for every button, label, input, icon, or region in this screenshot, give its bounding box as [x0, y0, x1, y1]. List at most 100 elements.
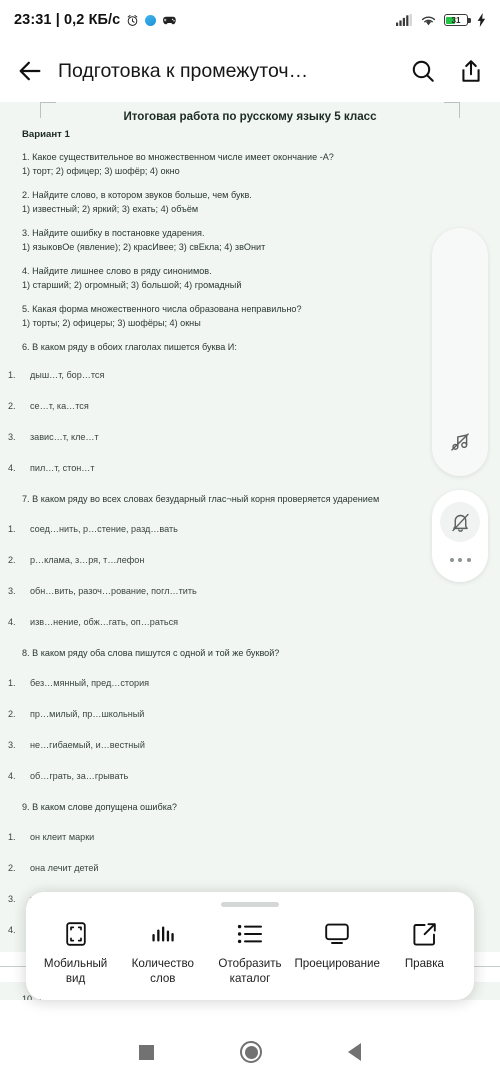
- document-title: Итоговая работа по русскому языку 5 клас…: [123, 110, 377, 123]
- question-7-prompt: 7. В каком ряду во всех словах безударны…: [22, 494, 380, 504]
- document-scroll-area[interactable]: Итоговая работа по русскому языку 5 клас…: [0, 102, 500, 1000]
- music-note-off-icon: [451, 433, 469, 451]
- more-options-button[interactable]: [440, 552, 480, 568]
- document-variant: Вариант 1: [22, 129, 70, 140]
- question-prompt: 2. Найдите слово, в котором звуков больш…: [22, 190, 252, 200]
- question-8-options: 1. без…мянный, пред…стория 2. пр…милый, …: [0, 662, 500, 792]
- list-item-text: пр…милый, пр…школьный: [30, 709, 145, 719]
- app-bar: Подготовка к промежуточ…: [0, 40, 500, 102]
- list-item-text: не…гибаемый, и…вестный: [30, 740, 145, 750]
- music-off-button[interactable]: [440, 422, 480, 462]
- list-item-text: р…клама, з…ря, т…лефон: [30, 555, 145, 565]
- question-3: 3. Найдите ошибку в постановке ударения.…: [0, 216, 500, 254]
- question-prompt: 5. Какая форма множественного числа обра…: [22, 304, 302, 314]
- bottom-sheet-item-mobile-view[interactable]: Мобильный вид: [32, 921, 119, 986]
- dot: [466, 558, 471, 562]
- telegram-dot-icon: [145, 14, 157, 26]
- edit-square-icon: [412, 921, 437, 947]
- crop-mark-top-right: [444, 102, 460, 118]
- list-item-number: 2.: [8, 555, 16, 565]
- list-item: 2. она лечит детей: [0, 853, 500, 884]
- share-icon[interactable]: [458, 58, 484, 84]
- list-item-text: завис…т, кле…т: [30, 432, 99, 442]
- cast-screen-icon: [324, 921, 350, 947]
- list-item-text: се…т, ка…тся: [30, 401, 89, 411]
- list-item: 3. обн…вить, разоч…рование, погл…тить: [0, 576, 500, 607]
- list-item-number: 2.: [8, 401, 16, 411]
- back-button[interactable]: [348, 1043, 361, 1061]
- list-item-number: 3.: [8, 740, 16, 750]
- question-4: 4. Найдите лишнее слово в ряду синонимов…: [0, 254, 500, 292]
- mobile-view-icon: [64, 921, 88, 947]
- question-options: 1) торт; 2) офицер; 3) шофёр; 4) окно: [22, 166, 180, 176]
- recents-button[interactable]: [139, 1044, 154, 1060]
- list-item-number: 1.: [8, 832, 16, 842]
- dot: [449, 558, 454, 562]
- document-page-1: Итоговая работа по русскому языку 5 клас…: [0, 102, 500, 952]
- alarm-clock-icon: [128, 14, 138, 26]
- phone-screen: 23:31 | 0,2 КБ/с 31 Подготовка к промежу…: [0, 0, 500, 1083]
- bottom-sheet-item-label: Мобильный вид: [43, 957, 108, 985]
- list-item: 1. соед…нить, р…стение, разд…вать: [0, 514, 500, 545]
- question-options: 1) торты; 2) офицеры; 3) шофёры; 4) окны: [22, 318, 201, 328]
- crop-mark-top-left: [40, 102, 56, 118]
- list-item-number: 4.: [8, 771, 16, 781]
- list-item-text: она лечит детей: [30, 863, 99, 873]
- question-options: 1) языковОе (явление); 2) красИвее; 3) с…: [22, 242, 266, 252]
- gamepad-icon: [163, 16, 177, 24]
- question-6: 6. В каком ряду в обоих глаголах пишется…: [0, 330, 500, 354]
- bottom-sheet-item-show-outline[interactable]: Отобразить каталог: [206, 921, 293, 986]
- home-dot: [244, 1045, 258, 1059]
- search-icon[interactable]: [410, 58, 436, 84]
- list-item-text: дыш…т, бор…тся: [30, 370, 105, 380]
- bottom-sheet-item-label: Правка: [404, 957, 444, 970]
- word-count-icon: [150, 921, 176, 947]
- battery-percent-label: 31: [451, 15, 461, 25]
- list-item-text: изв…нение, обж…гать, оп…раться: [30, 617, 179, 627]
- bottom-sheet-item-label: Проецирование: [294, 957, 380, 970]
- list-item: 4. изв…нение, обж…гать, оп…раться: [0, 607, 500, 638]
- list-item-number: 3.: [8, 432, 16, 442]
- list-item: 2. се…т, ка…тся: [0, 391, 500, 422]
- floating-panel-primary: [432, 228, 488, 476]
- question-9-prompt: 9. В каком слове допущена ошибка?: [22, 802, 177, 812]
- question-options: 1) старший; 2) огромный; 3) большой; 4) …: [22, 280, 242, 290]
- list-item-text: он клеит марки: [30, 832, 95, 842]
- bottom-sheet-item-cast[interactable]: Проецирование: [294, 921, 381, 971]
- question-options: 1) известный; 2) яркий; 3) ехать; 4) объ…: [22, 204, 199, 214]
- bottom-sheet-item-label: Отобразить каталог: [218, 957, 282, 985]
- drag-handle[interactable]: [221, 902, 279, 907]
- bell-off-icon: [451, 513, 469, 532]
- question-5: 5. Какая форма множественного числа обра…: [0, 292, 500, 330]
- list-item: 2. пр…милый, пр…школьный: [0, 699, 500, 730]
- list-item: 2. р…клама, з…ря, т…лефон: [0, 545, 500, 576]
- list-item-number: 1.: [8, 678, 16, 688]
- bottom-sheet: Мобильный вид Количество слов Отобразить…: [26, 892, 474, 1000]
- question-8-prompt: 8. В каком ряду оба слова пишутся с одно…: [22, 648, 280, 658]
- charging-bolt-icon: [477, 13, 486, 27]
- bottom-sheet-item-edit[interactable]: Правка: [381, 921, 468, 971]
- list-item-number: 4.: [8, 925, 16, 935]
- floating-tool-column: [432, 228, 488, 582]
- bottom-sheet-item-word-count[interactable]: Количество слов: [119, 921, 206, 986]
- status-bar-right: 31: [396, 13, 486, 27]
- list-item-text: обн…вить, разоч…рование, погл…тить: [30, 586, 197, 596]
- back-arrow-icon[interactable]: [16, 57, 44, 85]
- status-bar: 23:31 | 0,2 КБ/с 31: [0, 0, 500, 40]
- list-item-number: 3.: [8, 894, 16, 904]
- list-item: 1. без…мянный, пред…стория: [0, 668, 500, 699]
- list-item: 4. об…грать, за…грывать: [0, 761, 500, 792]
- bottom-sheet-item-label: Количество слов: [131, 957, 194, 985]
- list-item: 3. завис…т, кле…т: [0, 422, 500, 453]
- list-item-text: пил…т, стон…т: [30, 463, 95, 473]
- list-item-text: об…грать, за…грывать: [30, 771, 129, 781]
- question-1: 1. Какое существительное во множественно…: [0, 140, 500, 178]
- list-item-text: соед…нить, р…стение, разд…вать: [30, 524, 178, 534]
- android-nav-bar: [0, 1021, 500, 1083]
- list-item-number: 1.: [8, 370, 16, 380]
- floating-panel-secondary: [432, 490, 488, 582]
- notifications-off-button[interactable]: [440, 502, 480, 542]
- home-button[interactable]: [240, 1041, 262, 1063]
- question-6-options: 1. дыш…т, бор…тся 2. се…т, ка…тся 3. зав…: [0, 354, 500, 484]
- battery-icon: 31: [444, 14, 471, 26]
